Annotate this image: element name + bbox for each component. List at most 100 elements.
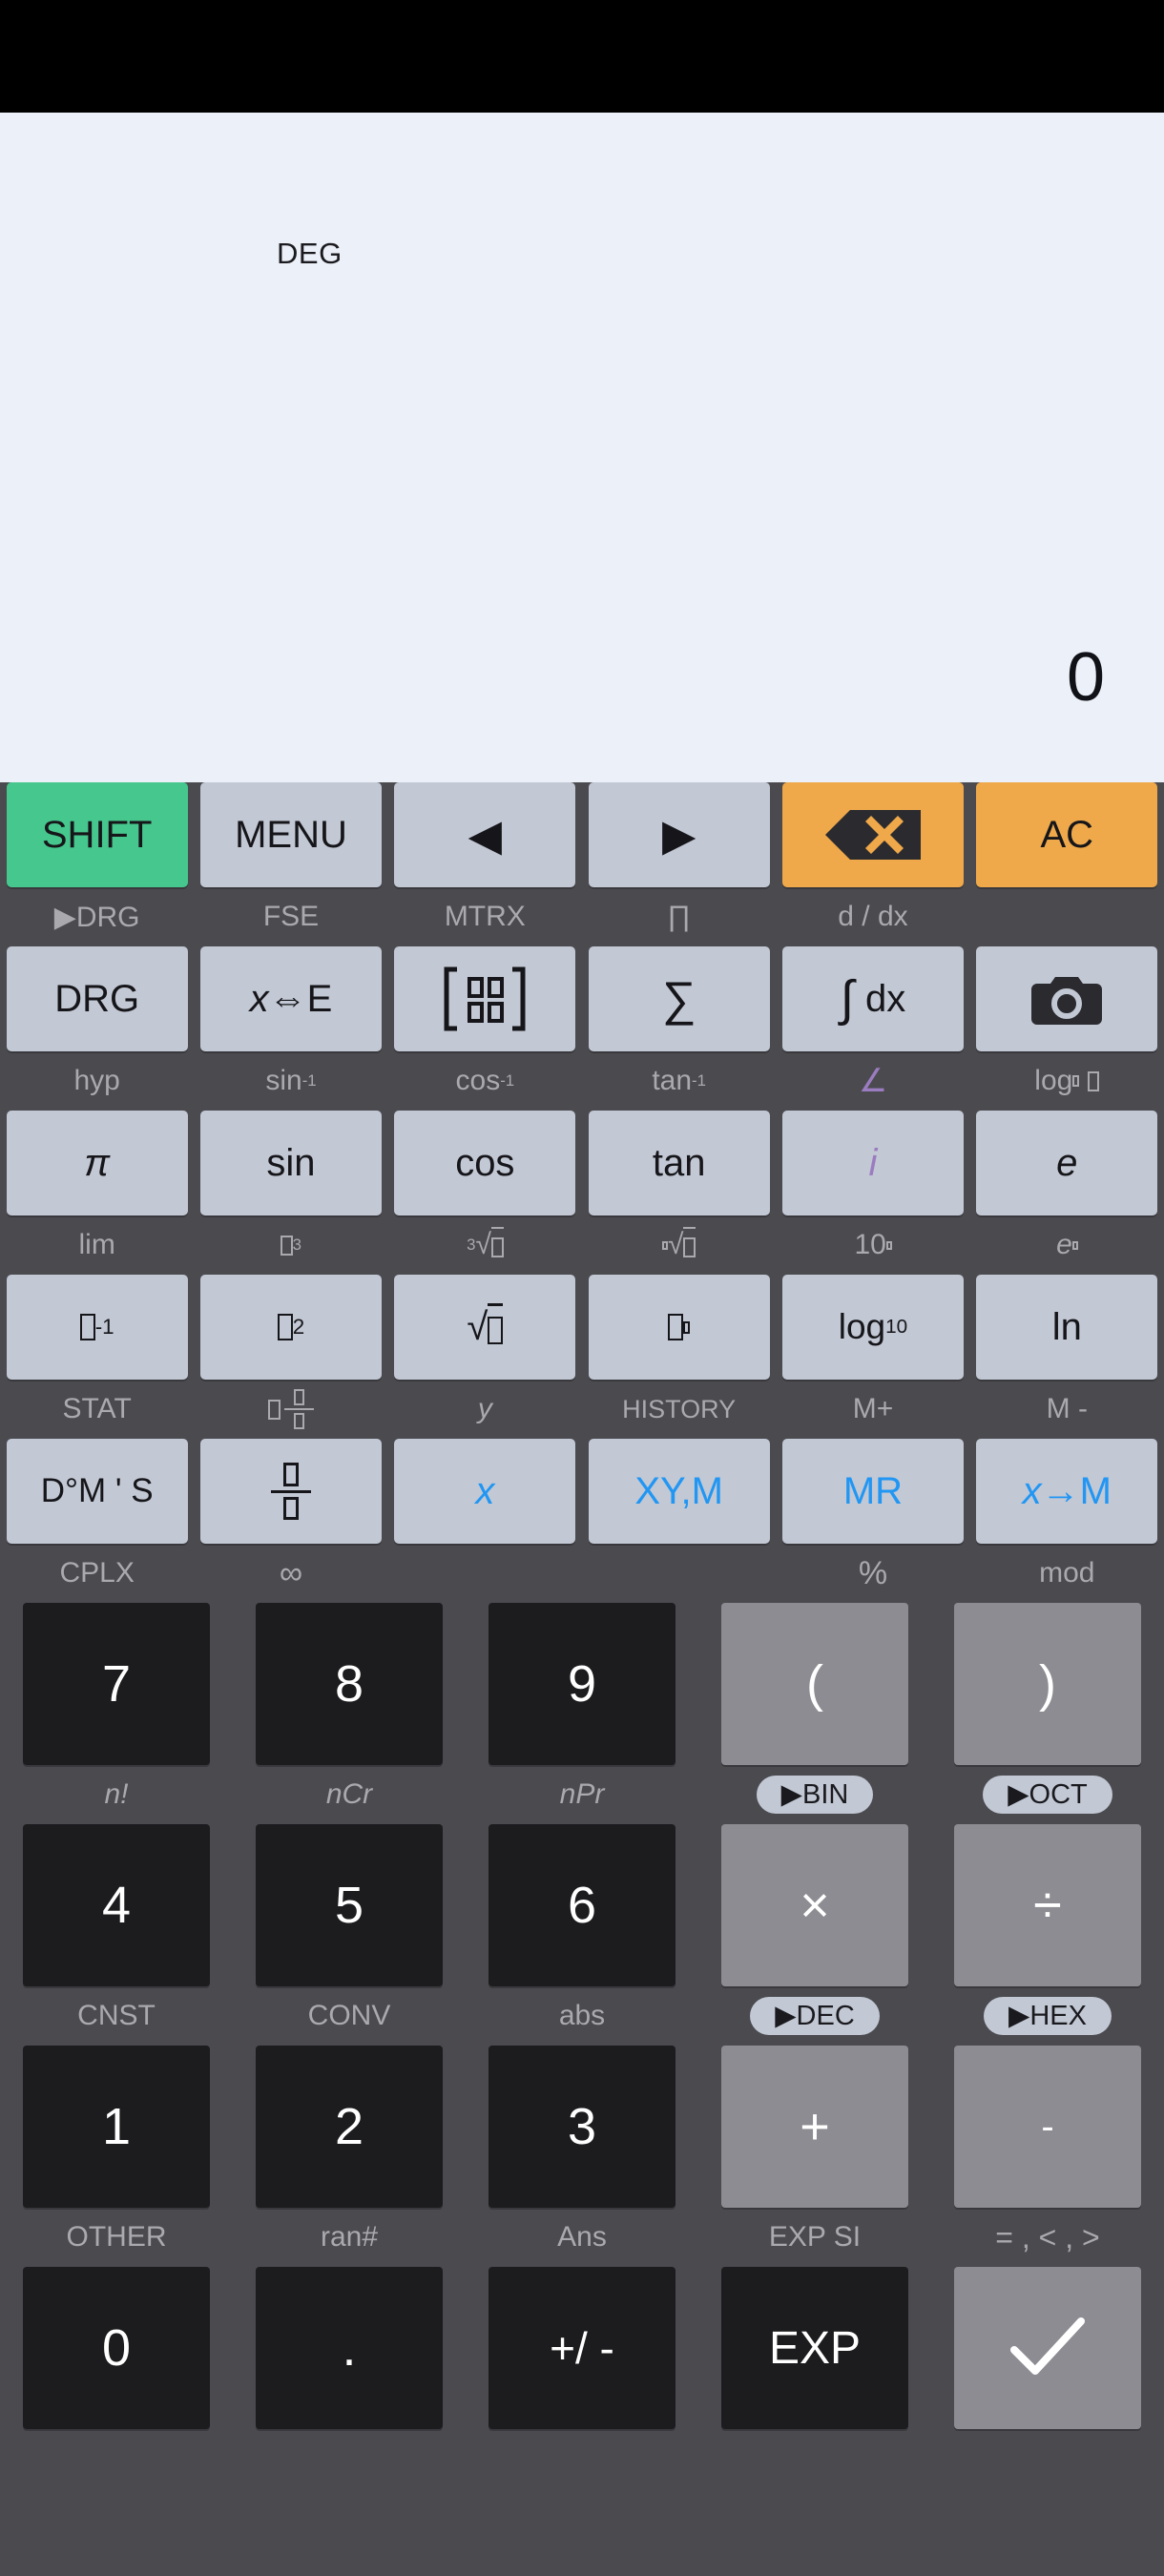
square-root-key[interactable]: √ — [394, 1275, 576, 1380]
key-cell: ∑ tan -1 — [582, 946, 776, 1111]
summation-key[interactable]: ∑ — [588, 946, 770, 1051]
key-cell: π lim — [0, 1111, 194, 1275]
pi-key[interactable]: π — [6, 1111, 188, 1215]
backspace-key[interactable] — [781, 782, 964, 887]
exponent-key[interactable]: EXP — [721, 2267, 908, 2429]
key-cell: SHIFT ▶DRG — [0, 782, 194, 946]
digit-3-key[interactable]: 3 — [488, 2046, 676, 2208]
store-x-to-memory-key-sublabel: mod — [1039, 1557, 1095, 1589]
plus-key[interactable]: + — [721, 2046, 908, 2208]
digit-2-key[interactable]: 2 — [256, 2046, 443, 2208]
drg-key[interactable]: DRG — [6, 946, 188, 1051]
sign-toggle-key[interactable]: +/ - — [488, 2267, 676, 2429]
decimal-point-key[interactable]: . — [256, 2267, 443, 2429]
digit-6-key-sublabel: abs — [558, 2000, 606, 2031]
multiply-key[interactable]: × — [721, 1824, 908, 1986]
key-cell: ÷ ▶HEX — [931, 1824, 1164, 2046]
digit-9-key[interactable]: 9 — [488, 1603, 676, 1765]
integral-key-sublabel: ∠ — [858, 1063, 888, 1099]
key-cell: ◀ MTRX — [388, 782, 582, 946]
backspace-key-sublabel: d / dx — [838, 901, 908, 932]
tan-key[interactable]: tan — [588, 1111, 770, 1215]
power-key[interactable] — [588, 1275, 770, 1380]
triangle-right-icon: ▶ — [661, 810, 696, 860]
digit-0-key[interactable]: 0 — [23, 2267, 210, 2429]
menu-key[interactable]: MENU — [199, 782, 382, 887]
fraction-key[interactable] — [199, 1439, 382, 1544]
cos-key-sublabel: 3 √ — [467, 1215, 504, 1275]
digit-9-key-sublabel: nPr — [559, 1778, 605, 1810]
square-root-key-sublabel: y — [477, 1393, 492, 1424]
euler-e-key-sublabel: e — [1056, 1215, 1078, 1275]
cursor-right-key[interactable]: ▶ — [588, 782, 770, 887]
matrix-icon — [444, 966, 526, 1031]
ln-key[interactable]: ln — [976, 1275, 1158, 1380]
key-row-bottom: 0 . +/ - EXP — [0, 2267, 1164, 2429]
minus-key[interactable]: - — [954, 2046, 1141, 2208]
xy-memory-key[interactable]: XY,M — [588, 1439, 770, 1544]
square-key[interactable]: 2 — [199, 1275, 382, 1380]
x-swap-e-key-sublabel: sin -1 — [265, 1065, 317, 1096]
key-cell: x — [388, 1439, 582, 1603]
memory-recall-key[interactable]: MR — [781, 1439, 964, 1544]
degrees-minutes-seconds-key[interactable]: D°M ' S — [6, 1439, 188, 1544]
swap-arrow-icon: ⇔ — [268, 977, 307, 1020]
store-x-to-memory-key[interactable]: x →M — [976, 1439, 1158, 1544]
minus-key-sublabel: = , < , > — [995, 2219, 1100, 2254]
digit-8-key-sublabel: nCr — [325, 1778, 373, 1810]
key-cell: 2 — [194, 1275, 387, 1439]
right-paren-key[interactable]: ) — [954, 1603, 1141, 1765]
key-cell: 1 OTHER — [0, 2046, 233, 2267]
key-cell: 6 abs — [466, 1824, 698, 2046]
summation-key-sublabel: tan -1 — [652, 1065, 706, 1096]
fraction-icon — [270, 1462, 311, 1521]
left-paren-key[interactable]: ( — [721, 1603, 908, 1765]
camera-icon — [1031, 977, 1103, 1025]
matrix-key[interactable] — [394, 946, 576, 1051]
key-row-memory: D°M ' S CPLX ∞ x XY,M MR % x →M mod — [0, 1439, 1164, 1603]
euler-e-key[interactable]: e — [976, 1111, 1158, 1215]
key-cell: 5 CONV — [233, 1824, 466, 2046]
calculator-display[interactable]: DEG 0 CPLX — [0, 113, 1164, 871]
log10-key[interactable]: log 10 — [781, 1275, 964, 1380]
key-row-function-2: DRG hyp x ⇔ E sin -1 cos -1 ∑ tan -1 ∫ d… — [0, 946, 1164, 1111]
digit-8-key[interactable]: 8 — [256, 1603, 443, 1765]
all-clear-key[interactable]: AC — [976, 782, 1158, 887]
cos-key[interactable]: cos — [394, 1111, 576, 1215]
reciprocal-key[interactable]: -1 — [6, 1275, 188, 1380]
digit-7-key[interactable]: 7 — [23, 1603, 210, 1765]
left-paren-key-sublabel: ▶BIN — [756, 1765, 874, 1824]
digit-3-key-sublabel: Ans — [557, 2221, 607, 2253]
key-cell: i 10 — [776, 1111, 969, 1275]
sin-key[interactable]: sin — [199, 1111, 382, 1215]
integral-icon: ∫ — [840, 971, 854, 1027]
equals-key[interactable] — [954, 2267, 1141, 2429]
key-cell: AC — [970, 782, 1164, 946]
digit-6-key[interactable]: 6 — [488, 1824, 676, 1986]
divide-key-sublabel: ▶HEX — [984, 1986, 1112, 2046]
pi-key-sublabel: lim — [78, 1229, 115, 1260]
key-cell: XY,M — [582, 1439, 776, 1603]
key-row-function-1: SHIFT ▶DRG MENU FSE ◀ MTRX ▶ ∏ d / dx AC — [0, 782, 1164, 946]
e-letter: E — [306, 977, 333, 1020]
digit-4-key[interactable]: 4 — [23, 1824, 210, 1986]
calculator-app: DEG 0 CPLX SHIFT ▶DRG MENU FSE ◀ MTRX — [0, 0, 1164, 2576]
divide-key[interactable]: ÷ — [954, 1824, 1141, 1986]
key-cell: d / dx — [776, 782, 969, 946]
variable-x-key[interactable]: x — [394, 1439, 576, 1544]
shift-key[interactable]: SHIFT — [6, 782, 188, 887]
integral-key[interactable]: ∫ dx — [781, 946, 964, 1051]
digit-5-key[interactable]: 5 — [256, 1824, 443, 1986]
cursor-left-key-sublabel: MTRX — [444, 901, 526, 932]
digit-1-key[interactable]: 1 — [23, 2046, 210, 2208]
imaginary-unit-key[interactable]: i — [781, 1111, 964, 1215]
key-cell: log — [970, 946, 1164, 1111]
key-cell: - = , < , > — [931, 2046, 1164, 2267]
key-cell — [931, 2267, 1164, 2429]
cursor-left-key[interactable]: ◀ — [394, 782, 576, 887]
key-cell: 2 ran# — [233, 2046, 466, 2267]
screenshot-key[interactable] — [976, 946, 1158, 1051]
key-cell: ▶ ∏ — [582, 782, 776, 946]
menu-key-sublabel: FSE — [262, 901, 320, 932]
x-swap-e-key[interactable]: x ⇔ E — [199, 946, 382, 1051]
